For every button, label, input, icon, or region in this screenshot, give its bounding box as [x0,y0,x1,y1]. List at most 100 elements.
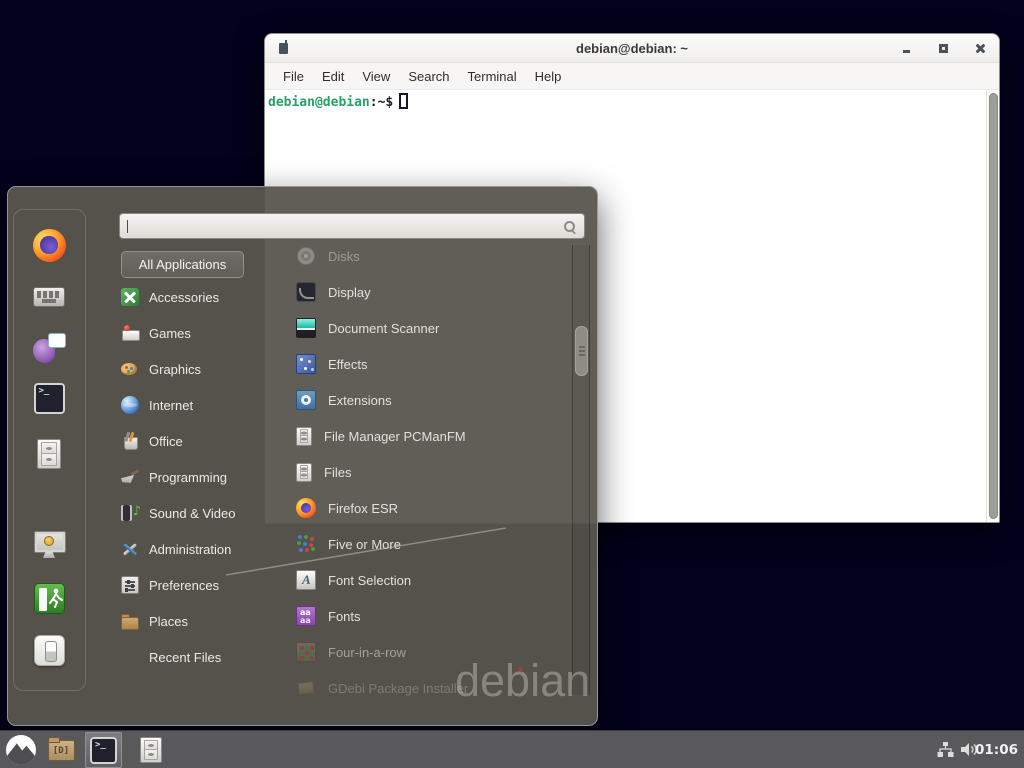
category-preferences[interactable]: Preferences [121,567,293,603]
category-office[interactable]: Office [121,423,293,459]
search-icon [563,220,577,234]
app-firefox-esr[interactable]: Firefox ESR [296,490,568,526]
firefox-icon [33,229,66,262]
preferences-icon [121,576,139,594]
app-label: Firefox ESR [328,501,398,516]
desktop-folder-button[interactable] [43,733,79,767]
category-programming[interactable]: Programming [121,459,293,495]
all-applications-label: All Applications [139,257,226,272]
maximize-button[interactable] [937,42,950,55]
programming-icon [121,468,139,486]
app-font-selection[interactable]: Font Selection [296,562,568,598]
category-games[interactable]: Games [121,315,293,351]
app-label: GDebi Package Installer [328,681,468,696]
category-internet[interactable]: Internet [121,387,293,423]
file-cabinet-icon [296,463,312,482]
terminal-cursor [399,93,408,109]
menu-terminal[interactable]: Terminal [459,69,526,84]
category-recent-files[interactable]: Recent Files [121,639,293,675]
favorite-keyboard-app[interactable] [29,278,69,316]
menu-logo-icon [6,735,36,765]
app-label: Extensions [328,393,392,408]
menu-search[interactable]: Search [399,69,458,84]
category-label: Graphics [149,362,201,377]
favorite-file-manager[interactable] [29,435,69,473]
office-icon [121,432,139,450]
category-graphics[interactable]: Graphics [121,351,293,387]
category-label: Programming [149,470,227,485]
gdebi-icon [296,678,316,698]
log-out-button[interactable] [29,579,69,617]
app-file-manager-pcmanfm[interactable]: File Manager PCManFM [296,418,568,454]
shell-prompt: debian@debian:~$ [268,93,408,110]
app-label: Display [328,285,371,300]
menu-edit[interactable]: Edit [313,69,353,84]
app-effects[interactable]: Effects [296,346,568,382]
menu-scrollbar-thumb[interactable] [575,326,588,376]
category-label: Office [149,434,183,449]
log-out-icon [34,583,65,614]
terminal-titlebar[interactable]: debian@debian: ~ [265,34,999,63]
five-or-more-icon [296,534,316,554]
category-label: Games [149,326,191,341]
favorite-pidgin[interactable] [29,329,69,367]
lock-screen-icon [32,530,66,560]
terminal-scrollbar-thumb[interactable] [989,93,998,519]
pidgin-icon [33,333,66,363]
sound-video-icon [121,504,139,522]
app-gdebi-package-installer[interactable]: GDebi Package Installer [296,670,568,706]
category-accessories[interactable]: Accessories [121,279,293,315]
close-button[interactable] [974,42,987,55]
taskbar-files-button[interactable] [133,733,169,767]
category-label: Accessories [149,290,219,305]
favorite-terminal[interactable] [29,379,69,417]
lock-screen-button[interactable] [29,526,69,564]
app-five-or-more[interactable]: Five or More [296,526,568,562]
app-label: Five or More [328,537,401,552]
category-label: Recent Files [149,650,221,665]
menu-view[interactable]: View [353,69,399,84]
app-display[interactable]: Display [296,274,568,310]
prompt-path: :~$ [370,95,393,110]
minimize-button[interactable] [900,42,913,55]
category-label: Places [149,614,188,629]
menu-scrollbar[interactable] [572,245,590,695]
taskbar-terminal-button-active[interactable] [85,732,122,768]
app-label: Font Selection [328,573,411,588]
app-label: File Manager PCManFM [324,429,466,444]
app-fonts[interactable]: Fonts [296,598,568,634]
network-tray-icon[interactable] [937,742,954,758]
category-places[interactable]: Places [121,603,293,639]
text-caret [127,220,128,233]
file-cabinet-icon [37,439,61,469]
extensions-icon [296,390,316,410]
category-sound-video[interactable]: Sound & Video [121,495,293,531]
search-input[interactable] [120,214,584,238]
menu-launcher-button[interactable] [3,733,39,767]
app-label: Disks [328,249,360,264]
app-label: Four-in-a-row [328,645,406,660]
app-disks[interactable]: Disks [296,238,568,274]
menu-help[interactable]: Help [526,69,571,84]
taskbar-clock[interactable]: 01:06 [975,731,1018,768]
app-label: Effects [328,357,368,372]
favorite-firefox[interactable] [29,226,69,264]
shut-down-button[interactable] [29,631,69,669]
category-administration[interactable]: Administration [121,531,293,567]
app-files[interactable]: Files [296,454,568,490]
category-all-applications[interactable]: All Applications [121,251,244,278]
app-extensions[interactable]: Extensions [296,382,568,418]
administration-icon [121,540,139,558]
terminal-icon [90,737,117,764]
category-list: Accessories Games Graphics Internet Offi… [121,279,293,675]
app-document-scanner[interactable]: Document Scanner [296,310,568,346]
application-menu: All Applications Accessories Games Graph… [7,186,598,726]
app-label: Files [324,465,351,480]
terminal-scrollbar[interactable] [986,90,999,522]
places-icon [121,612,139,630]
app-four-in-a-row[interactable]: Four-in-a-row [296,634,568,670]
menu-file[interactable]: File [274,69,313,84]
file-cabinet-icon [140,737,162,763]
prompt-user: debian@debian [268,95,370,110]
menu-search-box[interactable] [119,213,585,239]
